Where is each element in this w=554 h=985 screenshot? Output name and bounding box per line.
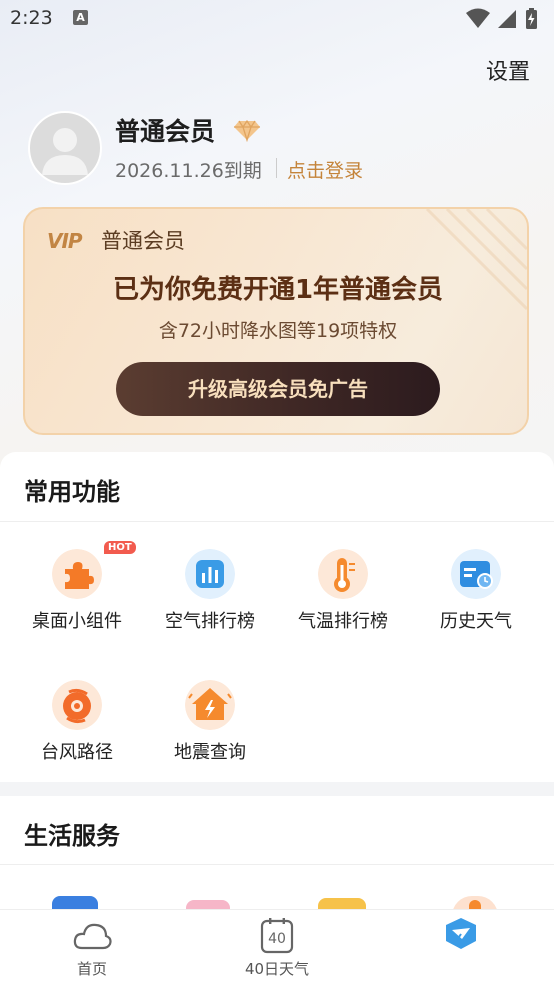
vip-logo: VIP <box>47 229 83 253</box>
section-title: 常用功能 <box>24 478 120 506</box>
nav-home[interactable]: 首页 <box>27 910 157 985</box>
common-functions-section: 常用功能 HOT 桌面小组件 空气排行榜 气温排行榜 历史天气 台风路径 地震查… <box>0 452 554 782</box>
divider <box>276 158 277 178</box>
cloud-icon <box>73 923 112 950</box>
system-status-icons <box>466 8 537 29</box>
vip-level-label: 普通会员 <box>101 229 185 253</box>
function-label: 气温排行榜 <box>298 611 388 632</box>
typhoon-icon <box>52 680 102 730</box>
wifi-icon <box>466 8 490 28</box>
function-air-ranking[interactable]: 空气排行榜 <box>145 549 275 639</box>
vip-subtitle: 含72小时降水图等19项特权 <box>158 320 398 342</box>
function-earthquake-query[interactable]: 地震查询 <box>145 680 275 770</box>
thermometer-icon <box>318 549 368 599</box>
signal-icon <box>498 10 516 28</box>
status-bar: 2:23 A <box>0 0 554 38</box>
function-label: 地震查询 <box>174 742 246 763</box>
bottom-navigation: 首页 40 40日天气 <box>0 909 554 985</box>
default-avatar-icon <box>42 128 88 175</box>
vip-card[interactable]: VIP 普通会员 已为你免费开通1年普通会员 含72小时降水图等19项特权 升级… <box>23 207 529 435</box>
history-calendar-icon <box>451 549 501 599</box>
function-history-weather[interactable]: 历史天气 <box>411 549 541 639</box>
calendar-40-text: 40 <box>268 931 286 947</box>
settings-button[interactable]: 设置 <box>486 54 530 86</box>
section-title: 生活服务 <box>24 822 120 850</box>
upgrade-vip-button[interactable]: 升级高级会员免广告 <box>116 362 440 416</box>
function-desktop-widget[interactable]: HOT 桌面小组件 <box>12 541 142 639</box>
avatar[interactable] <box>28 111 102 185</box>
member-level-title: 普通会员 <box>115 117 216 146</box>
hot-badge: HOT <box>104 541 136 554</box>
membership-expiry: 2026.11.26到期 <box>115 160 262 182</box>
notification-icon: A <box>73 10 88 25</box>
life-services-section: 生活服务 <box>0 796 554 916</box>
function-label: 历史天气 <box>440 611 512 632</box>
puzzle-icon <box>52 549 102 599</box>
function-label: 桌面小组件 <box>32 611 122 632</box>
nav-label: 首页 <box>76 960 107 978</box>
login-link[interactable]: 点击登录 <box>287 156 363 183</box>
diamond-icon <box>234 119 260 142</box>
divider <box>0 521 554 522</box>
air-ranking-icon <box>185 549 235 599</box>
calendar-40-icon: 40 <box>260 918 294 954</box>
profile-active-icon <box>446 918 476 949</box>
function-temperature-ranking[interactable]: 气温排行榜 <box>278 549 408 639</box>
vip-headline: 已为你免费开通1年普通会员 <box>112 275 444 305</box>
earthquake-icon <box>185 680 235 730</box>
function-label: 台风路径 <box>41 742 113 763</box>
divider <box>0 864 554 865</box>
function-typhoon-path[interactable]: 台风路径 <box>12 680 142 770</box>
nav-profile[interactable] <box>396 910 526 985</box>
nav-label: 40日天气 <box>244 960 310 978</box>
function-label: 空气排行榜 <box>165 611 255 632</box>
nav-40-day-weather[interactable]: 40 40日天气 <box>212 910 342 985</box>
status-time: 2:23 <box>10 7 53 29</box>
